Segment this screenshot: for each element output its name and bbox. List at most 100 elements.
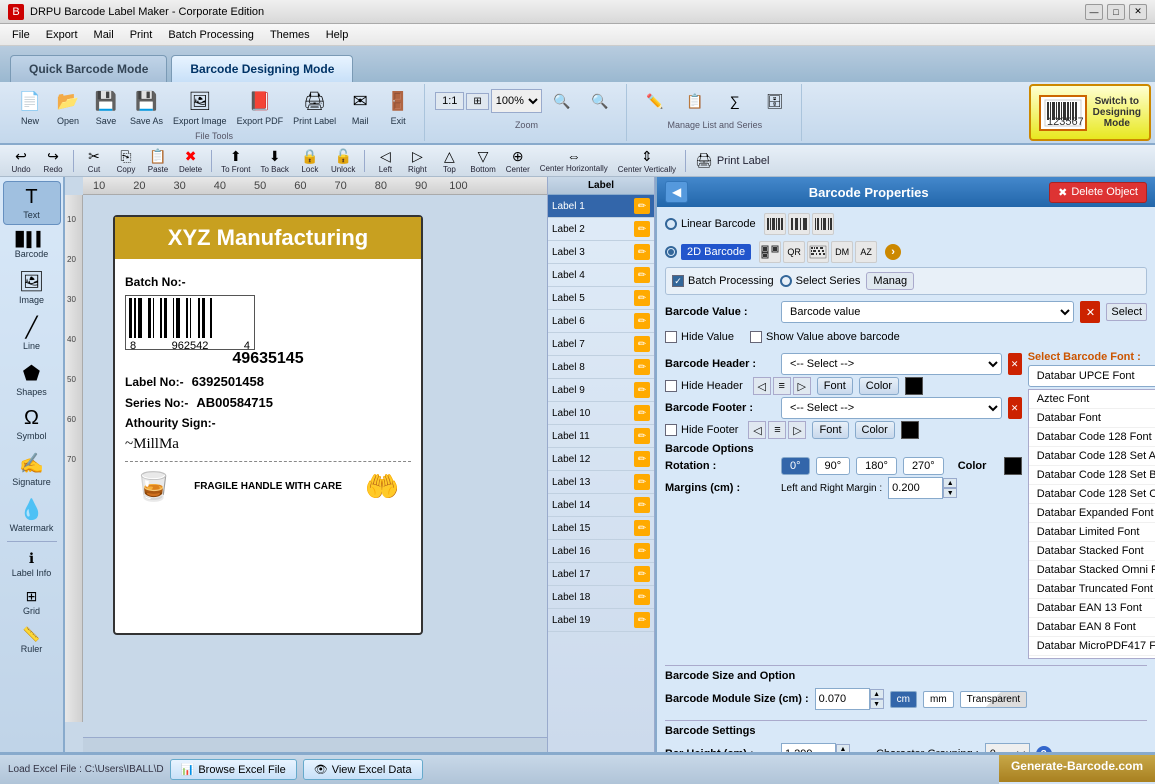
mail-button[interactable]: ✉ Mail [342,84,378,129]
sigma-icon-btn[interactable]: ∑ [717,84,753,118]
2d-icon-2[interactable]: QR [783,241,805,263]
print-label-button[interactable]: 🖨 Print Label [691,150,773,171]
menu-help[interactable]: Help [318,27,357,43]
label-1-edit-icon[interactable]: ✏ [634,198,650,214]
cm-unit-btn[interactable]: cm [890,691,917,708]
label-item-4[interactable]: Label 4 ✏ [548,264,654,287]
menu-batch[interactable]: Batch Processing [160,27,262,43]
label-15-edit-icon[interactable]: ✏ [634,520,650,536]
margin-spin-down[interactable]: ▼ [943,488,957,498]
font-code128a[interactable]: Databar Code 128 Set A Font [1029,447,1155,466]
batch-processing-checkbox[interactable]: ✓ Batch Processing [672,275,774,287]
back-button[interactable]: ◀ [665,181,688,203]
minimize-button[interactable]: — [1085,4,1103,20]
tab-barcode-designing[interactable]: Barcode Designing Mode [171,55,353,82]
2d-icon-4[interactable]: DM [831,241,853,263]
rotation-0-btn[interactable]: 0° [781,457,810,475]
sidebar-item-barcode[interactable]: ▊▌▍ Barcode [3,227,61,263]
menu-print[interactable]: Print [122,27,161,43]
new-button[interactable]: 📄 New [12,84,48,129]
sidebar-item-labelinfo[interactable]: ℹ Label Info [3,546,61,582]
tab-quick-barcode[interactable]: Quick Barcode Mode [10,55,167,82]
label-item-16[interactable]: Label 16 ✏ [548,540,654,563]
label-5-edit-icon[interactable]: ✏ [634,290,650,306]
sidebar-item-symbol[interactable]: Ω Symbol [3,403,61,445]
font-dropdown-list[interactable]: Aztec Font Databar Font Databar Code 128… [1028,389,1155,659]
2d-barcode-radio[interactable]: 2D Barcode [665,244,751,260]
printlabel-button[interactable]: 🖨 Print Label [289,84,340,129]
mm-unit-btn[interactable]: mm [923,691,954,708]
label-item-1[interactable]: Label 1 ✏ [548,195,654,218]
sidebar-item-grid[interactable]: ⊞ Grid [3,584,61,620]
undo-button[interactable]: ↩ Undo [6,146,36,176]
barcode-icon-3[interactable] [812,213,834,235]
font-micropdf417[interactable]: Databar MicroPDF417 Font [1029,637,1155,656]
label-8-edit-icon[interactable]: ✏ [634,359,650,375]
barcode-footer-select[interactable]: <-- Select --> [781,397,1002,419]
label-17-edit-icon[interactable]: ✏ [634,566,650,582]
char-grouping-select[interactable]: 0 [985,743,1030,752]
header-color-swatch[interactable] [905,377,923,395]
sidebar-item-text[interactable]: T Text [3,181,61,225]
2d-icon-1[interactable] [759,241,781,263]
delete-object-button[interactable]: ✖ Delete Object [1049,182,1147,203]
menu-export[interactable]: Export [38,27,86,43]
zoom-select[interactable]: 100% [491,89,542,113]
align-left-button[interactable]: ◁ Left [370,146,400,176]
unlock-button[interactable]: 🔓 Unlock [327,146,359,176]
show-value-above-checkbox[interactable]: Show Value above barcode [750,331,900,343]
barcode-color-swatch[interactable] [1004,457,1022,475]
manage-button[interactable]: Manag [866,272,914,290]
font-select-current[interactable]: Databar UPCE Font [1028,365,1155,387]
switch-designing-button[interactable]: 123567 Switch to Designing Mode [1029,84,1151,141]
label-4-edit-icon[interactable]: ✏ [634,267,650,283]
label-item-14[interactable]: Label 14 ✏ [548,494,654,517]
footer-font-btn[interactable]: Font [812,421,848,439]
hide-header-checkbox[interactable]: Hide Header [665,380,743,392]
label-item-18[interactable]: Label 18 ✏ [548,586,654,609]
label-item-17[interactable]: Label 17 ✏ [548,563,654,586]
align-right-button[interactable]: ▷ Right [402,146,432,176]
open-button[interactable]: 📂 Open [50,84,86,129]
label-item-7[interactable]: Label 7 ✏ [548,333,654,356]
sidebar-item-line[interactable]: ╱ Line [3,311,61,355]
label-10-edit-icon[interactable]: ✏ [634,405,650,421]
center-button[interactable]: ⊕ Center [502,146,534,176]
paste-button[interactable]: 📋 Paste [143,146,173,176]
font-expanded[interactable]: Databar Expanded Font [1029,504,1155,523]
label-16-edit-icon[interactable]: ✏ [634,543,650,559]
label-item-6[interactable]: Label 6 ✏ [548,310,654,333]
label-13-edit-icon[interactable]: ✏ [634,474,650,490]
edit-icon-btn[interactable]: ✏️ [637,84,673,118]
tofront-button[interactable]: ⬆ To Front [217,146,254,176]
saveas-button[interactable]: 💾 Save As [126,84,167,129]
centerv-button[interactable]: ⇕ Center Vertically [614,146,680,176]
label-item-11[interactable]: Label 11 ✏ [548,425,654,448]
bar-height-spin-up[interactable]: ▲ [836,744,850,752]
view-excel-button[interactable]: 👁 View Excel Data [303,759,423,780]
labels-scroll[interactable]: Label 1 ✏ Label 2 ✏ Label 3 ✏ Label 4 ✏ … [548,195,654,752]
zoom-out-button[interactable]: 🔍 [582,84,618,118]
font-code128c[interactable]: Databar Code 128 Set C Font [1029,485,1155,504]
save-button[interactable]: 💾 Save [88,84,124,129]
menu-mail[interactable]: Mail [86,27,122,43]
bar-height-input[interactable] [781,743,836,752]
sidebar-item-signature[interactable]: ✍ Signature [3,447,61,491]
rotation-90-btn[interactable]: 90° [816,457,851,475]
delete-button[interactable]: ✖ Delete [175,146,206,176]
rotation-270-btn[interactable]: 270° [903,457,944,475]
select-series-radio[interactable]: Select Series [780,275,861,287]
lock-button[interactable]: 🔒 Lock [295,146,325,176]
font-ean13[interactable]: Databar EAN 13 Font [1029,599,1155,618]
header-color-btn[interactable]: Color [859,377,899,395]
transparent-btn[interactable]: Transparent [960,691,1028,708]
label-item-3[interactable]: Label 3 ✏ [548,241,654,264]
centerh-button[interactable]: ⇔ Center Horizontally [536,146,612,175]
label-item-12[interactable]: Label 12 ✏ [548,448,654,471]
footer-align-right-btn[interactable]: ▷ [788,421,806,439]
rotation-180-btn[interactable]: 180° [856,457,897,475]
align-top-button[interactable]: △ Top [434,146,464,176]
module-spin-up[interactable]: ▲ [870,689,884,699]
margin-spin-up[interactable]: ▲ [943,478,957,488]
sidebar-item-watermark[interactable]: 💧 Watermark [3,493,61,537]
